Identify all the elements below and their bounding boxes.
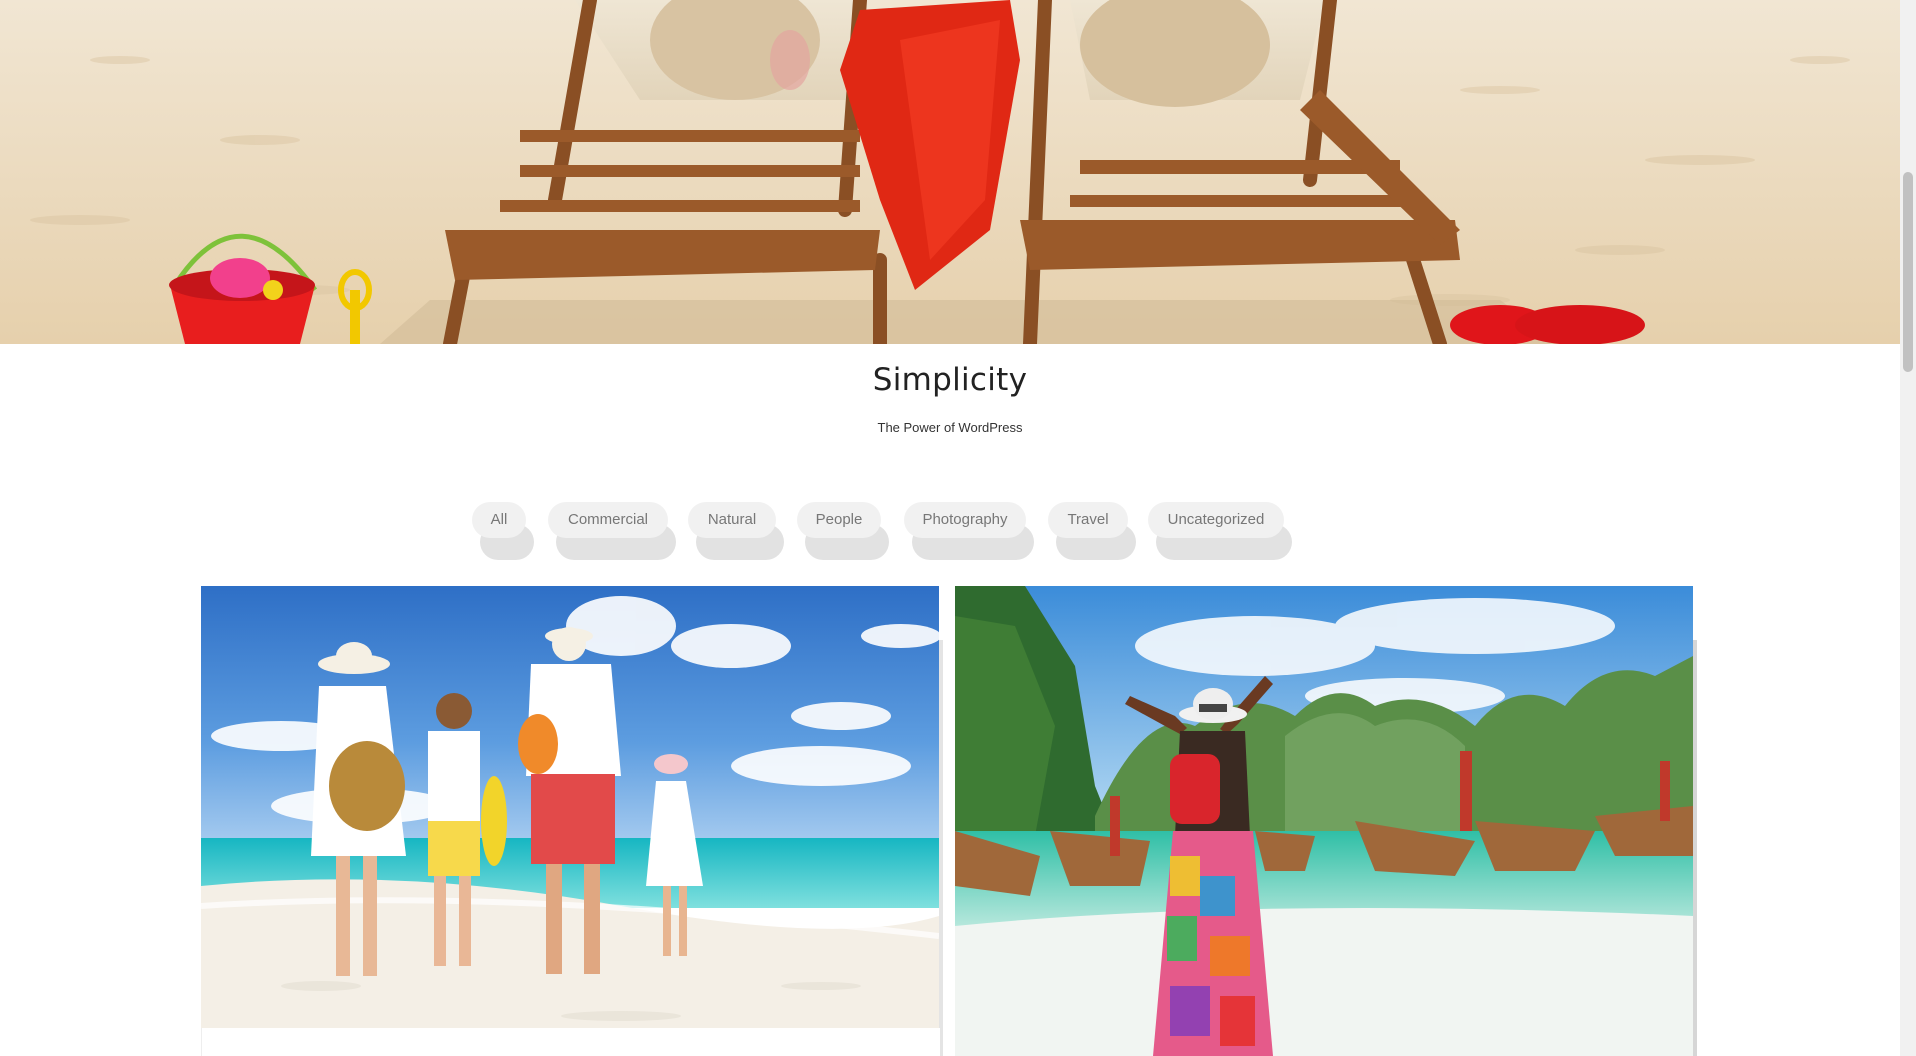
filter-commercial[interactable]: Commercial xyxy=(548,502,676,560)
hero-image xyxy=(0,0,1900,344)
filter-travel[interactable]: Travel xyxy=(1048,502,1136,560)
site-title[interactable]: Simplicity xyxy=(0,362,1900,398)
portfolio-filter-bar: All Commercial Natural People Photograph… xyxy=(0,502,1900,562)
card-caption-area xyxy=(201,1028,940,1056)
filter-all[interactable]: All xyxy=(472,502,534,560)
filter-natural[interactable]: Natural xyxy=(688,502,784,560)
page: Simplicity The Power of WordPress All Co… xyxy=(0,0,1900,1056)
filter-people[interactable]: People xyxy=(797,502,889,560)
filter-uncategorized[interactable]: Uncategorized xyxy=(1148,502,1292,560)
filter-label: Commercial xyxy=(567,511,648,528)
portfolio-item-traveler-boats[interactable] xyxy=(955,586,1693,1056)
filter-label: All xyxy=(490,511,508,528)
filter-label: Natural xyxy=(707,511,757,528)
site-tagline: The Power of WordPress xyxy=(877,420,1023,435)
filter-label: Photography xyxy=(922,511,1008,528)
card-shadow-edge xyxy=(939,640,943,1056)
card-shadow-edge xyxy=(1693,640,1697,1056)
filter-label: Uncategorized xyxy=(1167,511,1265,528)
page-scrollbar[interactable] xyxy=(1900,0,1916,1056)
scrollbar-thumb[interactable] xyxy=(1903,172,1913,372)
filter-label: Travel xyxy=(1067,511,1109,528)
filter-photography[interactable]: Photography xyxy=(904,502,1034,560)
portfolio-item-family-beach[interactable] xyxy=(201,586,939,1056)
filter-label: People xyxy=(815,511,863,528)
